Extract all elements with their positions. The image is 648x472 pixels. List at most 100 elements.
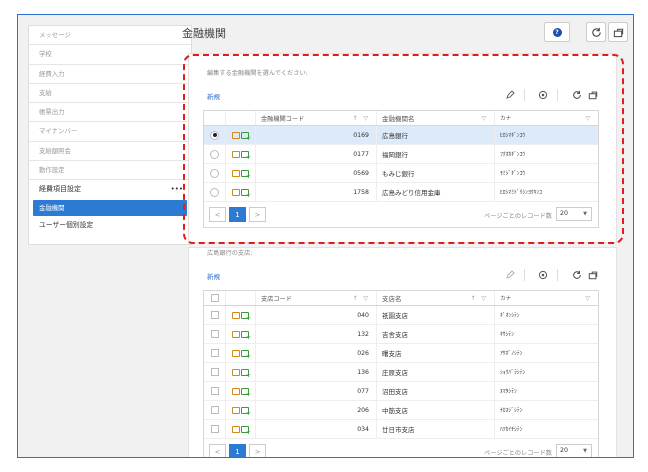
edit-row-icon[interactable] <box>232 387 240 395</box>
table-row[interactable]: 077沼田支店 ﾇﾏﾀｼﾃﾝ <box>204 382 598 401</box>
sidebar-item-financial-institutions[interactable]: 金融機関 <box>33 199 187 216</box>
refresh-icon <box>573 270 581 279</box>
window-popout-icon <box>588 271 598 280</box>
cell-name: 沼田支店 <box>377 382 495 400</box>
sidebar-item-expense-entry[interactable]: 経費入力 <box>29 65 191 84</box>
refresh-icon <box>591 27 601 37</box>
row-checkbox[interactable] <box>210 330 219 338</box>
cell-code: 026 <box>256 344 377 362</box>
highlight-annotation <box>183 54 624 244</box>
cell-kana: ﾇﾏﾀｼﾃﾝ <box>500 389 517 395</box>
row-checkbox[interactable] <box>210 368 219 376</box>
sidebar-item-payment[interactable]: 支給 <box>29 84 191 104</box>
add-row-icon[interactable] <box>241 349 251 360</box>
select-all-checkbox[interactable] <box>210 294 219 302</box>
row-checkbox[interactable] <box>210 387 219 395</box>
sidebar-group-label: 経費項目設定 <box>39 185 81 194</box>
add-row-icon[interactable] <box>241 311 251 322</box>
column-header-kana[interactable]: カナ ▽ <box>495 291 598 305</box>
cell-code: 077 <box>256 382 377 400</box>
sidebar-item-messages[interactable]: メッセージ <box>29 26 191 46</box>
sort-filter-icon[interactable]: ↑ ▽ <box>470 295 488 302</box>
help-icon: ? <box>552 27 562 37</box>
edit-row-icon[interactable] <box>232 330 240 338</box>
column-header-name[interactable]: 支店名 ↑ ▽ <box>377 291 495 305</box>
sort-filter-icon[interactable]: ↑ ▽ <box>352 295 370 302</box>
page-size-select[interactable]: 20 ▼ <box>556 444 592 457</box>
help-toggle-button[interactable] <box>537 269 549 281</box>
row-checkbox[interactable] <box>210 406 219 414</box>
column-header-code[interactable]: 支店コード ↑ ▽ <box>256 291 377 305</box>
sidebar-item-report-output[interactable]: 帳票出力 <box>29 103 191 123</box>
chevron-down-icon: ▼ <box>583 448 587 454</box>
cell-kana: ﾅｶｽｼﾞｼﾃﾝ <box>500 408 523 414</box>
table-row[interactable]: 040祇園支店 ｷﾞｵﾝｼﾃﾝ <box>204 306 598 325</box>
cell-code: 040 <box>256 306 377 324</box>
cell-kana: ｷﾞｵﾝｼﾃﾝ <box>500 313 520 319</box>
refresh-button[interactable] <box>586 22 606 42</box>
cell-name: 庄原支店 <box>377 363 495 381</box>
sidebar-item-payment-inquiry[interactable]: 支給額照会 <box>29 142 191 162</box>
pencil-icon <box>506 270 515 279</box>
new-branch-link[interactable]: 新規 <box>207 271 220 281</box>
page-size-label: ページごとのレコード数 <box>484 450 552 457</box>
row-checkbox[interactable] <box>210 425 219 433</box>
panel-popout-button[interactable] <box>587 269 599 281</box>
sidebar-item-user-settings[interactable]: ユーザー個別設定 <box>29 216 191 235</box>
window-popout-icon <box>613 28 623 37</box>
cell-code: 136 <box>256 363 377 381</box>
edit-button[interactable] <box>504 269 516 281</box>
branch-pager: < 1 > ページごとのレコード数 20 ▼ <box>204 439 598 457</box>
help-button[interactable]: ? <box>544 22 570 42</box>
add-row-icon[interactable] <box>241 387 251 398</box>
cell-kana: ｱｹﾎﾞﾉｼﾃﾝ <box>500 351 523 357</box>
popout-button[interactable] <box>608 22 628 42</box>
next-page-button[interactable]: > <box>249 444 266 457</box>
add-row-icon[interactable] <box>241 368 251 379</box>
filter-icon[interactable]: ▽ <box>585 295 592 302</box>
more-icon[interactable]: ••• <box>171 180 183 199</box>
sidebar-group-expense-settings[interactable]: 経費項目設定 ••• <box>29 180 191 199</box>
toolbar-divider <box>557 269 558 281</box>
add-row-icon[interactable] <box>241 330 251 341</box>
cell-kana: ﾊﾂｶｲﾁｼﾃﾝ <box>500 427 523 433</box>
prev-page-button[interactable]: < <box>209 444 226 457</box>
edit-row-icon[interactable] <box>232 368 240 376</box>
table-row[interactable]: 206中筋支店 ﾅｶｽｼﾞｼﾃﾝ <box>204 401 598 420</box>
page-button-current[interactable]: 1 <box>229 444 246 457</box>
table-row[interactable]: 132吉舎支店 ｷｻｼﾃﾝ <box>204 325 598 344</box>
cell-name: 廿日市支店 <box>377 420 495 438</box>
row-checkbox[interactable] <box>210 349 219 357</box>
branch-panel: 広島銀行の支店: 新規 支店コード↑ ▽ 支店名↑ ▽ カナ▽ 040祇園支店 ｷ… <box>188 247 617 457</box>
sidebar-item-my-number[interactable]: マイナンバー <box>29 122 191 142</box>
table-row[interactable]: 034廿日市支店 ﾊﾂｶｲﾁｼﾃﾝ <box>204 420 598 439</box>
edit-row-icon[interactable] <box>232 311 240 319</box>
app-window: メッセージ 学校 経費入力 支給 帳票出力 マイナンバー 支給額照会 動作設定 … <box>17 14 634 458</box>
cell-code: 132 <box>256 325 377 343</box>
cell-name: 祇園支店 <box>377 306 495 324</box>
cell-code: 034 <box>256 420 377 438</box>
sidebar-item-school[interactable]: 学校 <box>29 45 191 65</box>
branch-caption: 広島銀行の支店: <box>207 250 253 257</box>
cell-kana: ｼｮｳﾊﾞﾗｼﾃﾝ <box>500 370 526 376</box>
toolbar-divider <box>524 269 525 281</box>
edit-row-icon[interactable] <box>232 425 240 433</box>
cell-name: 中筋支店 <box>377 401 495 419</box>
table-row[interactable]: 136庄原支店 ｼｮｳﾊﾞﾗｼﾃﾝ <box>204 363 598 382</box>
branch-grid: 支店コード↑ ▽ 支店名↑ ▽ カナ▽ 040祇園支店 ｷﾞｵﾝｼﾃﾝ 132吉舎支… <box>203 290 599 457</box>
cell-code: 206 <box>256 401 377 419</box>
row-checkbox[interactable] <box>210 311 219 319</box>
help-circle-icon <box>538 270 548 280</box>
table-row[interactable]: 026曙支店 ｱｹﾎﾞﾉｼﾃﾝ <box>204 344 598 363</box>
grid-header: 支店コード ↑ ▽ 支店名 ↑ ▽ カナ ▽ <box>204 291 598 306</box>
add-row-icon[interactable] <box>241 406 251 417</box>
sidebar-item-operation-settings[interactable]: 動作設定 <box>29 161 191 181</box>
sidebar: メッセージ 学校 経費入力 支給 帳票出力 マイナンバー 支給額照会 動作設定 … <box>28 25 192 245</box>
page-title: 金融機関 <box>182 27 226 40</box>
edit-row-icon[interactable] <box>232 406 240 414</box>
cell-kana: ｷｻｼﾃﾝ <box>500 332 514 338</box>
panel-refresh-button[interactable] <box>571 269 583 281</box>
add-row-icon[interactable] <box>241 425 251 436</box>
edit-row-icon[interactable] <box>232 349 240 357</box>
cell-name: 吉舎支店 <box>377 325 495 343</box>
